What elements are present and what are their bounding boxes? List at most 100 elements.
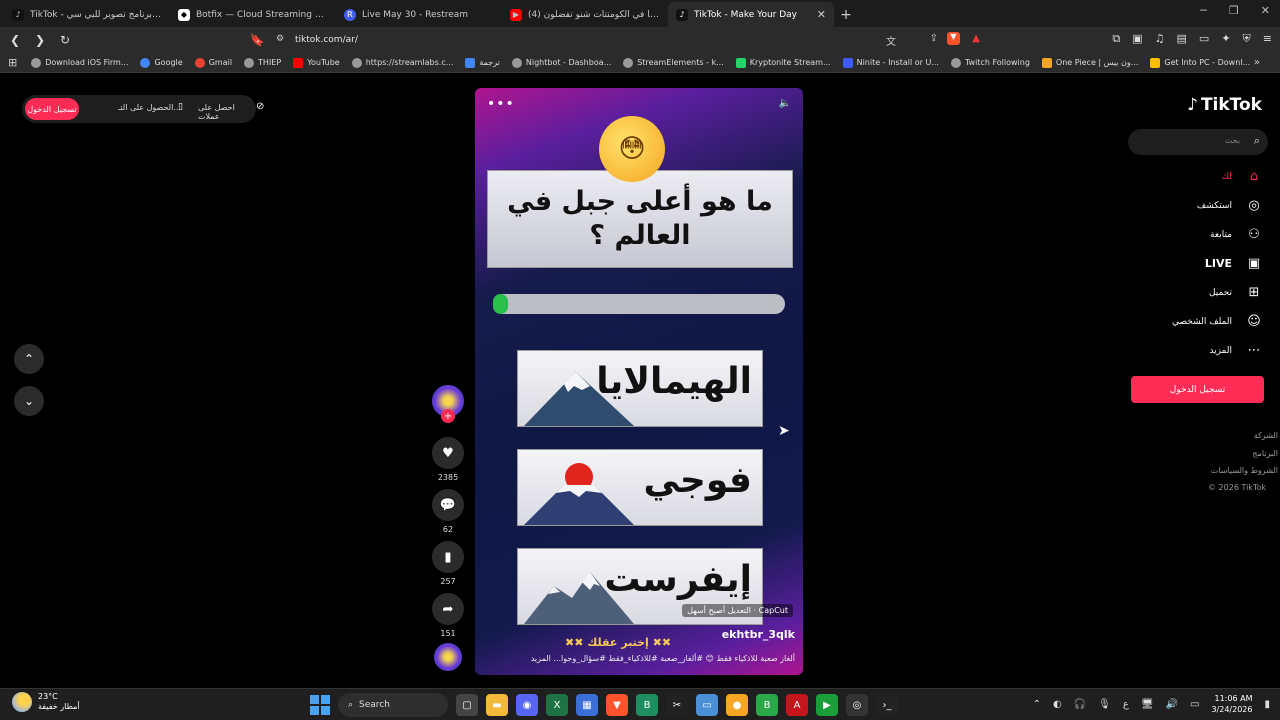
sidebar-item-upload[interactable]: تحميل ⊞ [1209, 285, 1262, 300]
tiktok-logo[interactable]: ♪ TikTok [1187, 95, 1262, 115]
mic-icon[interactable]: 🎙 [1098, 699, 1111, 710]
tab-2[interactable]: ◆ Botfix — Cloud Streaming Bot for Tw [170, 2, 336, 27]
network-icon[interactable]: 🖥 [1141, 699, 1154, 710]
capcut-icon[interactable]: ✂ [666, 694, 688, 716]
restore-icon[interactable]: ❐ [1229, 4, 1239, 17]
tab-3[interactable]: R Live May 30 - Restream [336, 2, 502, 27]
bookmark-2[interactable]: Google [140, 57, 183, 68]
footer-program[interactable]: البرنامج [1252, 449, 1278, 458]
sidebar-item-more[interactable]: المزيد ⋯ [1209, 343, 1262, 358]
store-icon[interactable]: ▦ [576, 694, 598, 716]
bookmark-icon[interactable]: 🔖 [247, 33, 267, 47]
bookmark-6[interactable]: https://streamlabs.c... [351, 57, 453, 68]
app-b-icon[interactable]: B [636, 694, 658, 716]
obs-icon[interactable]: ◎ [846, 694, 868, 716]
bookmark-10[interactable]: Kryptonite Stream... [735, 57, 831, 68]
more-bookmarks-icon[interactable]: » [1254, 57, 1260, 68]
comment-button[interactable]: 💬 [432, 489, 464, 521]
discord-icon[interactable]: ◉ [516, 694, 538, 716]
bookmark-7[interactable]: ترجمة [465, 57, 500, 68]
language-indicator[interactable]: ع [1123, 699, 1129, 710]
bookmark-8[interactable]: Nightbot - Dashboa... [511, 57, 611, 68]
sidebar-item-following[interactable]: متابعة ⚇ [1210, 227, 1262, 242]
taskbar-search[interactable]: ⌕ Search [338, 693, 448, 717]
bookmark-1[interactable]: Download iOS Firm... [31, 57, 128, 68]
brave-shield-icon[interactable]: ▼ [947, 32, 960, 45]
tab-search-icon[interactable]: ▭ [1199, 32, 1209, 46]
share-icon[interactable]: ⇪ [930, 33, 938, 44]
capcut-badge[interactable]: CapCut · التعديل أصبح أسهل [682, 604, 793, 617]
headset-icon[interactable]: 🎧 [1074, 699, 1086, 710]
acrobat-icon[interactable]: A [786, 694, 808, 716]
bookmark-3[interactable]: Gmail [194, 57, 232, 68]
wallet-icon[interactable]: ▣ [1132, 32, 1142, 46]
url-text[interactable]: tiktok.com/ar/ [295, 35, 358, 45]
reload-icon[interactable]: ↻ [55, 33, 75, 47]
new-tab-icon[interactable]: + [834, 3, 858, 27]
file-explorer-icon[interactable]: ▬ [486, 694, 508, 716]
url-field[interactable]: ⚙ tiktok.com/ar/ 文 ⇪ ▼ ▲ [266, 30, 986, 50]
back-icon[interactable]: ❮ [5, 33, 25, 47]
tab-4[interactable]: ▶ (4) خبرونا في الكومنتات شنو تفضلون [502, 2, 668, 27]
notification-icon[interactable]: ▮ [1264, 699, 1270, 710]
media-icon[interactable]: ▶ [816, 694, 838, 716]
volume-icon[interactable]: 🔊 [1166, 699, 1178, 710]
get-coins-link[interactable]: احصل على عملات [198, 103, 256, 121]
sidebar-item-profile[interactable]: الملف الشخصي ☺ [1172, 314, 1262, 329]
video-player[interactable]: ••• 🔈 ما هو أعلى جبل في العالم ؟ 😳 الهيم… [475, 88, 803, 675]
excel-icon[interactable]: X [546, 694, 568, 716]
login-button-small[interactable]: تسجيل الدخول [25, 98, 79, 120]
sidebar-item-explore[interactable]: استكشف ◎ [1197, 198, 1262, 213]
follow-plus-icon[interactable]: + [441, 409, 455, 423]
site-info-icon[interactable]: ⚙ [276, 34, 284, 44]
brave-icon[interactable]: ▼ [606, 694, 628, 716]
search-icon[interactable]: ⌕ [1254, 134, 1260, 148]
video-caption[interactable]: ألغاز صعبة للاذكياء فقط 😊 #ألغاز_صعبة #ل… [531, 654, 795, 663]
app-green-icon[interactable]: B [756, 694, 778, 716]
sidebar-item-foryou[interactable]: لك ⌂ [1222, 169, 1262, 184]
translate-icon[interactable]: 文 [886, 33, 896, 48]
get-app-link[interactable]: الحصول على التـ... [118, 103, 181, 112]
bookmark-14[interactable]: Get Into PC - Downl... [1150, 57, 1250, 68]
menu-icon[interactable]: ≡ [1263, 32, 1272, 46]
task-view-icon[interactable]: ▢ [456, 694, 478, 716]
tab-5-active[interactable]: ♪ TikTok - Make Your Day ✕ [668, 2, 834, 27]
save-button[interactable]: ▮ [432, 541, 464, 573]
weather-widget[interactable]: 23°C أمطار خفيفة [12, 692, 80, 712]
answer-option-2[interactable]: فوجي [517, 449, 763, 526]
answer-option-1[interactable]: الهيمالايا [517, 350, 763, 427]
like-button[interactable]: ♥ [432, 437, 464, 469]
clock[interactable]: 11:06 AM 3/24/2026 [1211, 693, 1252, 715]
next-video-button[interactable]: ⌄ [14, 386, 44, 416]
login-button[interactable]: تسجيل الدخول [1131, 376, 1264, 403]
volume-icon[interactable]: 🔈 [779, 98, 791, 109]
sidebar-icon[interactable]: ▤ [1177, 32, 1187, 46]
terminal-icon[interactable]: ›_ [876, 694, 898, 716]
brave-rewards-icon[interactable]: ▲ [972, 33, 980, 44]
tray-expand-icon[interactable]: ⌃ [1033, 699, 1041, 710]
bookmark-11[interactable]: Ninite - Install or U... [842, 57, 939, 68]
bookmark-9[interactable]: StreamElements - k... [623, 57, 724, 68]
vpn-icon[interactable]: ⛨ [1243, 32, 1251, 46]
bookmark-5[interactable]: YouTube [293, 57, 340, 68]
footer-company[interactable]: الشركة [1254, 431, 1278, 440]
folder-icon[interactable]: ▭ [696, 694, 718, 716]
author-name[interactable]: ekhtbr_3qlk [722, 628, 795, 641]
tray-app-icon[interactable]: ◐ [1053, 699, 1062, 710]
bookmark-13[interactable]: One Piece | ون بيس... [1041, 57, 1138, 68]
leo-icon[interactable]: ✦ [1221, 32, 1230, 46]
minimize-icon[interactable]: ─ [1200, 4, 1207, 17]
windows-start-icon[interactable] [310, 695, 330, 715]
bookmark-12[interactable]: Twitch Following [950, 57, 1030, 68]
app-orange-icon[interactable]: ● [726, 694, 748, 716]
battery-icon[interactable]: ▭ [1190, 699, 1199, 710]
close-window-icon[interactable]: ✕ [1261, 4, 1270, 17]
music-icon[interactable]: ♫ [1155, 32, 1165, 46]
footer-terms[interactable]: الشروط والسياسات [1211, 466, 1278, 475]
search-input[interactable]: بحث ⌕ [1128, 129, 1268, 155]
tab-1[interactable]: ♪ TikTok - أفضل برنامج تصوير للبي سي: [4, 2, 170, 27]
prev-video-button[interactable]: ⌃ [14, 344, 44, 374]
forward-icon[interactable]: ❯ [30, 33, 50, 47]
close-icon[interactable]: ✕ [817, 8, 826, 21]
share-button[interactable]: ➦ [432, 593, 464, 625]
